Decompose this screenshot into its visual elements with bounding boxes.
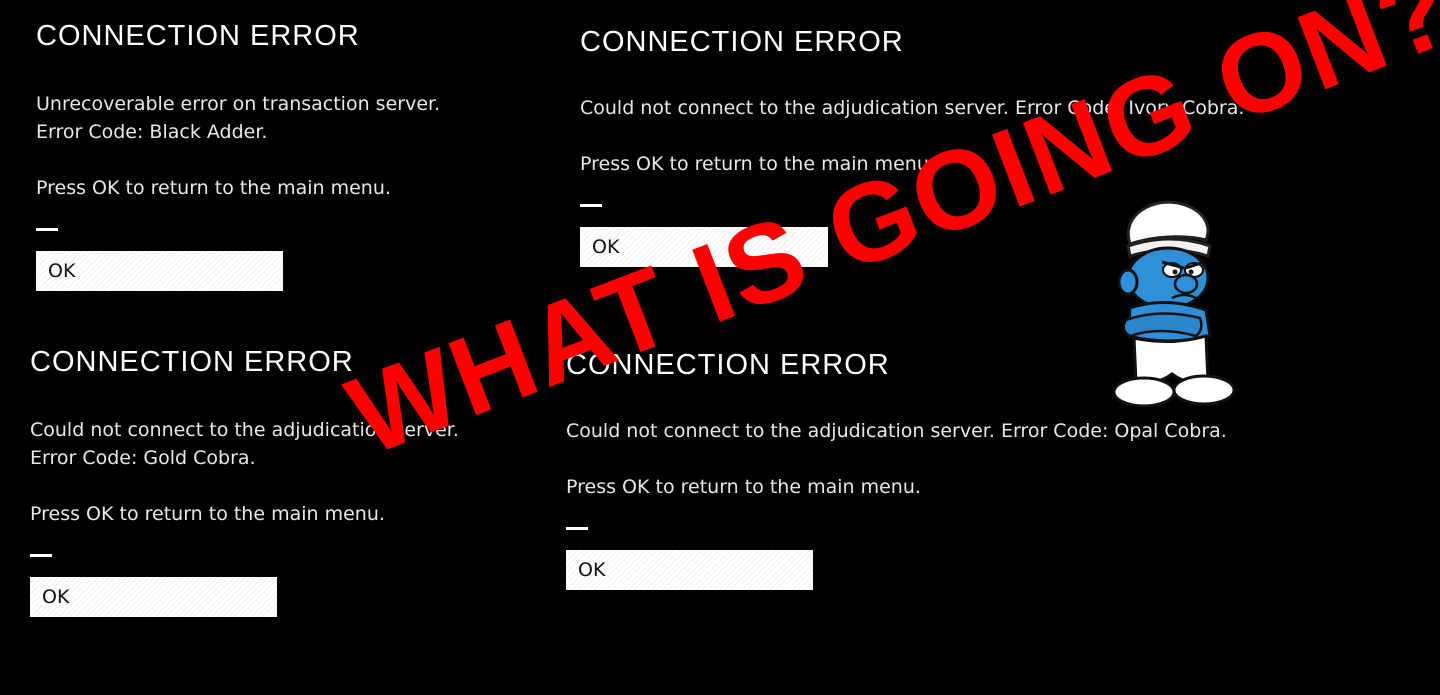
return-prompt: Press OK to return to the main menu. bbox=[36, 177, 391, 199]
mascot bbox=[1100, 196, 1240, 418]
grumpy-smurf-icon bbox=[1112, 200, 1236, 408]
return-prompt: Press OK to return to the main menu. bbox=[566, 476, 921, 498]
return-prompt: Press OK to return to the main menu. bbox=[30, 503, 385, 525]
ok-button[interactable]: OK bbox=[36, 251, 283, 291]
ok-button[interactable]: OK bbox=[580, 227, 828, 267]
error-message: Could not connect to the adjudication se… bbox=[566, 420, 1227, 442]
divider-dash bbox=[36, 228, 58, 231]
ok-button[interactable]: OK bbox=[566, 550, 813, 590]
ok-button[interactable]: OK bbox=[30, 577, 277, 617]
divider-dash bbox=[580, 204, 602, 207]
dialog-title: CONNECTION ERROR bbox=[36, 20, 360, 52]
divider-dash bbox=[566, 527, 588, 530]
dialog-title: CONNECTION ERROR bbox=[580, 26, 904, 58]
error-message: Could not connect to the adjudication se… bbox=[30, 419, 459, 469]
dialog-title: CONNECTION ERROR bbox=[30, 346, 354, 378]
connection-error-dialog-1: CONNECTION ERROR Unrecoverable error on … bbox=[36, 18, 440, 291]
connection-error-dialog-3: CONNECTION ERROR Could not connect to th… bbox=[30, 344, 459, 617]
divider-dash bbox=[30, 554, 52, 557]
return-prompt: Press OK to return to the main menu. bbox=[580, 153, 935, 175]
error-message: Unrecoverable error on transaction serve… bbox=[36, 93, 441, 143]
error-message: Could not connect to the adjudication se… bbox=[580, 97, 1245, 119]
